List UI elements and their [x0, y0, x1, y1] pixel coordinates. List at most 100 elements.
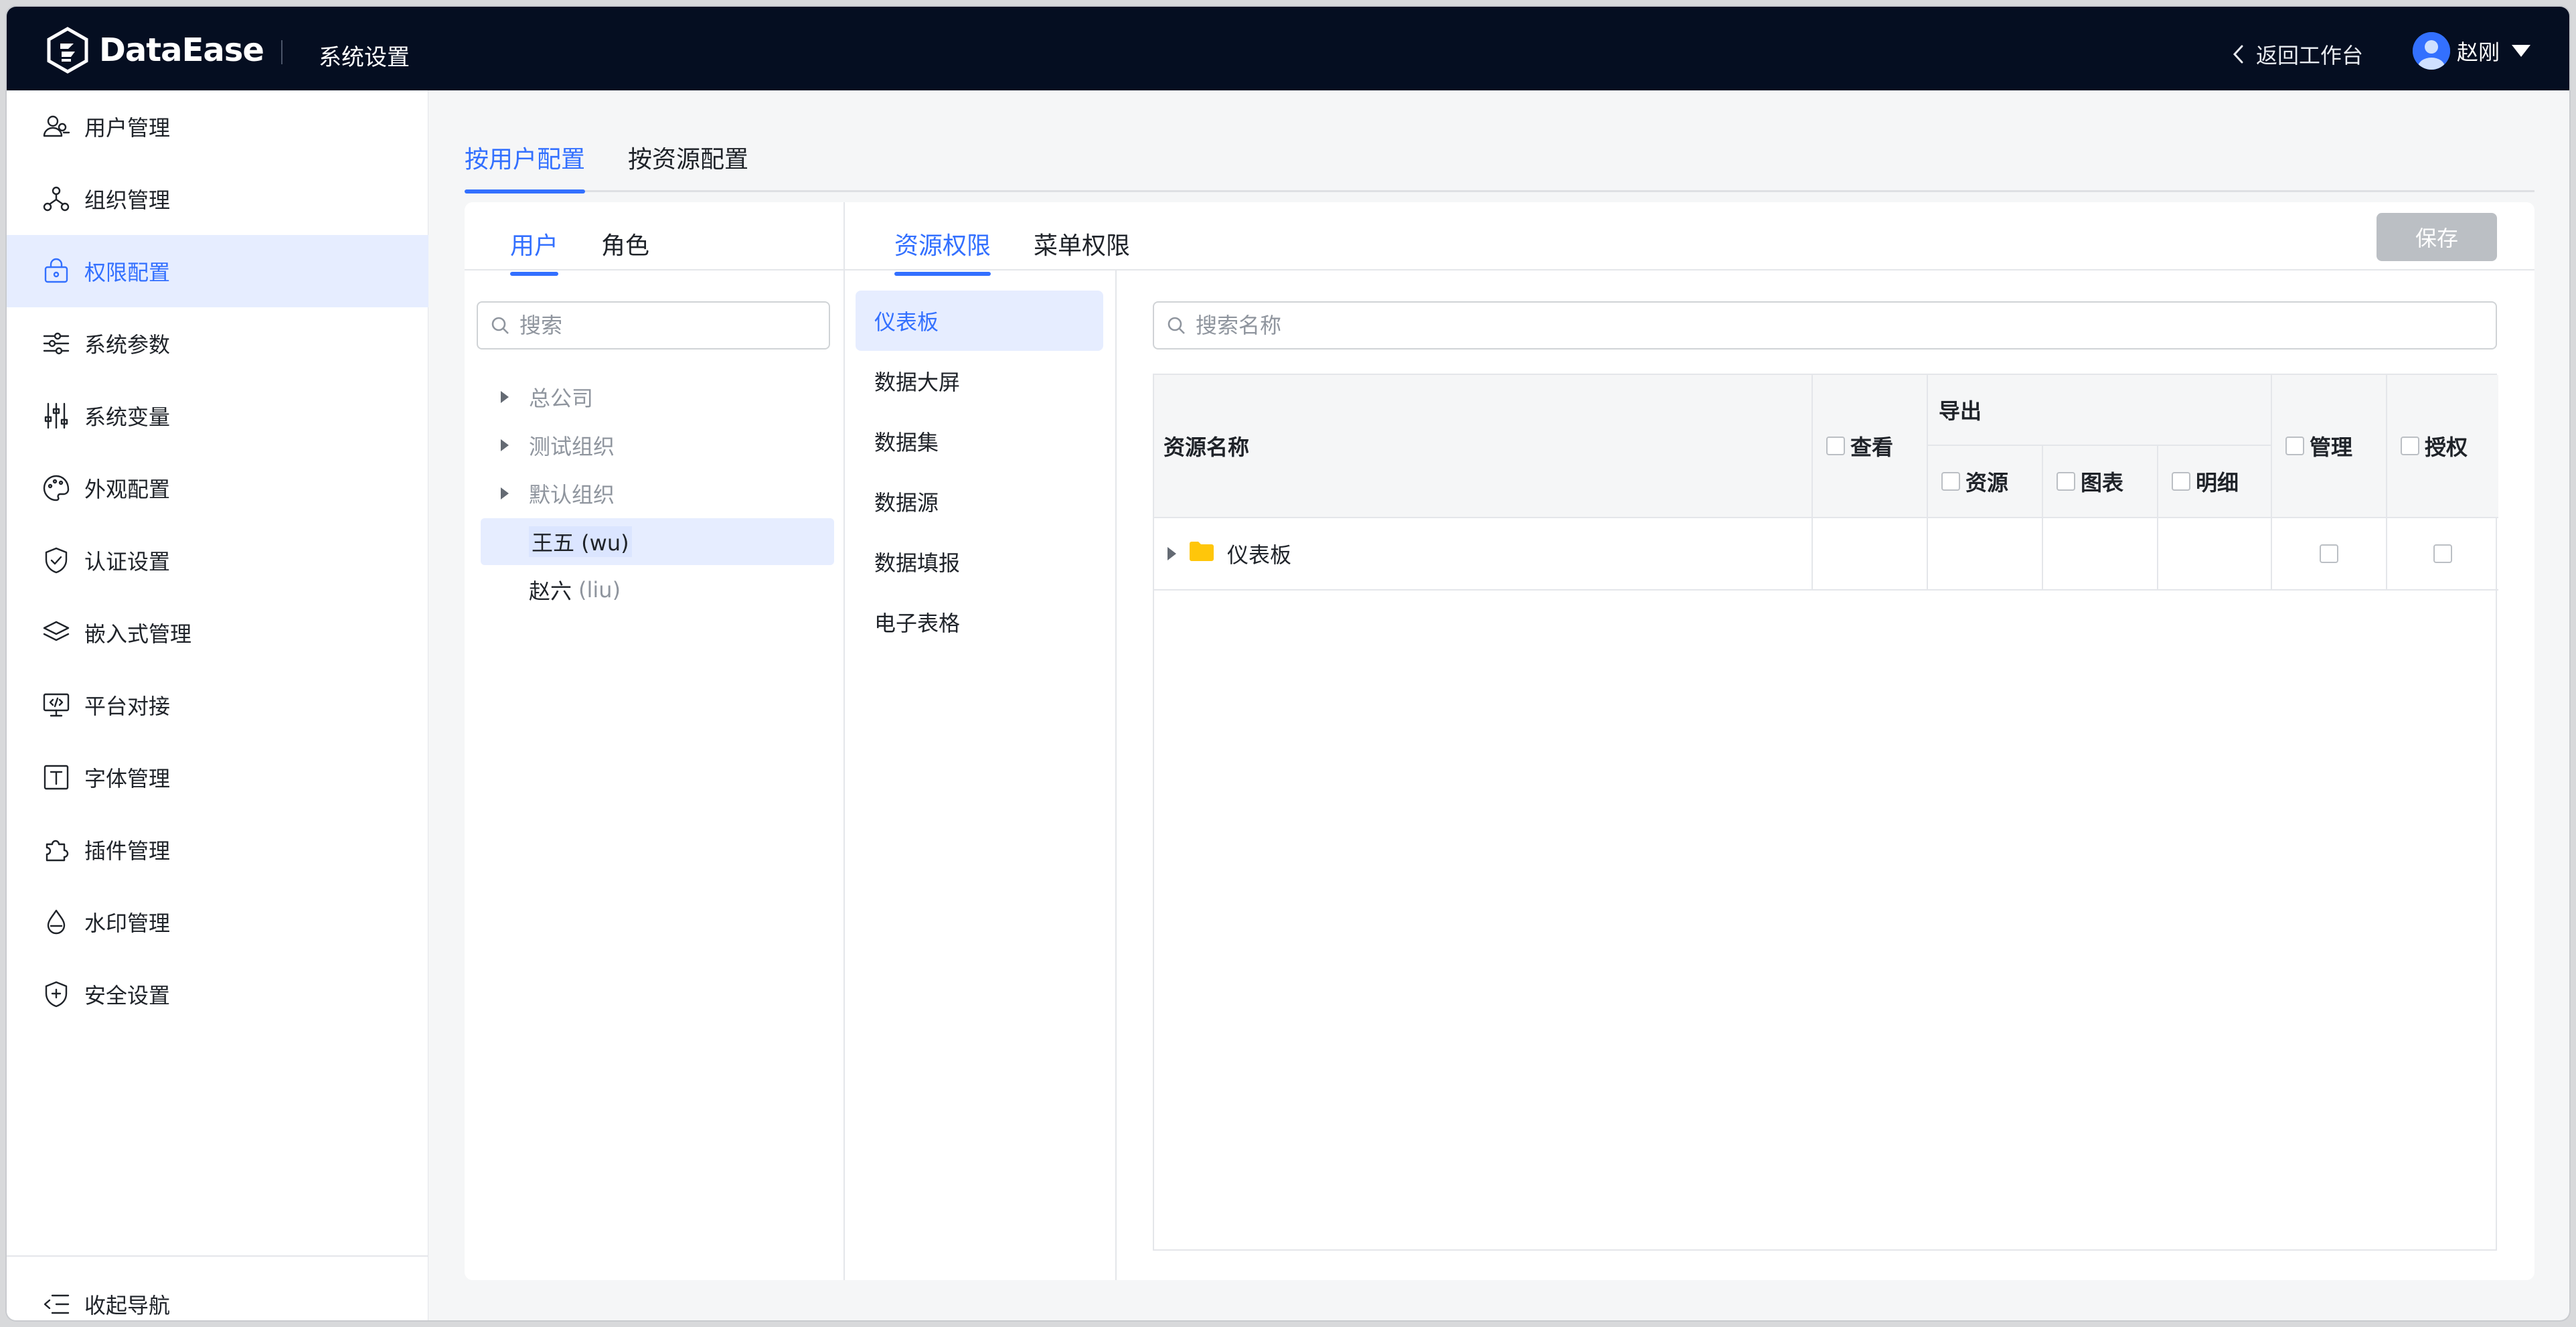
sidebar-item-system-variables[interactable]: 系统变量 [7, 380, 428, 452]
active-tab-indicator [465, 189, 586, 193]
tree-node-user[interactable]: 赵六 (liu) [481, 566, 834, 613]
table-row-name-cell[interactable]: 仪表板 [1154, 518, 1813, 591]
resource-type-spreadsheet[interactable]: 电子表格 [856, 592, 1103, 652]
tree-node-label: 王五 (wu) [529, 526, 632, 557]
sidebar-item-label: 水印管理 [84, 911, 171, 936]
sidebar-item-label: 认证设置 [84, 549, 171, 574]
resource-type-label: 数据填报 [874, 550, 961, 576]
user-search-input[interactable] [477, 301, 830, 349]
sidebar-item-auth[interactable]: 认证设置 [7, 524, 428, 597]
resource-search-input[interactable] [1153, 301, 2497, 349]
tree-node-org[interactable]: 测试组织 [481, 422, 834, 469]
header-divider [465, 269, 2534, 270]
resource-type-label: 仪表板 [874, 309, 939, 335]
col-header-label: 明细 [2196, 470, 2239, 495]
manage-all-checkbox[interactable] [2285, 437, 2304, 455]
export-resource-all-checkbox[interactable] [1941, 472, 1960, 491]
sidebar-item-appearance[interactable]: 外观配置 [7, 452, 428, 524]
user-name: 赵刚 [2457, 40, 2500, 65]
sidebar-item-users[interactable]: 用户管理 [7, 90, 428, 163]
col-header-label: 导出 [1939, 398, 1982, 424]
tab-roles[interactable]: 角色 [601, 226, 649, 261]
manage-checkbox[interactable] [2320, 544, 2338, 563]
tab-label: 按用户配置 [465, 146, 586, 173]
view-all-checkbox[interactable] [1826, 437, 1845, 455]
resource-type-datasource[interactable]: 数据源 [856, 471, 1103, 532]
search-icon [1168, 317, 1185, 334]
sidebar-footer-divider [7, 1255, 428, 1257]
tree-node-org[interactable]: 默认组织 [481, 470, 834, 517]
sidebar-item-security[interactable]: 安全设置 [7, 958, 428, 1030]
sidebar-item-label: 权限配置 [84, 260, 171, 285]
sidebar-item-plugins[interactable]: 插件管理 [7, 813, 428, 886]
active-tab-indicator [894, 272, 991, 276]
logo[interactable]: DataEase [44, 27, 264, 74]
export-detail-all-checkbox[interactable] [2172, 472, 2190, 491]
sidebar-item-permissions[interactable]: 权限配置 [7, 235, 428, 307]
shield-plus-icon [45, 981, 68, 1008]
tab-users[interactable]: 用户 [510, 226, 559, 276]
resource-type-label: 数据源 [874, 490, 939, 516]
tab-menu-permissions[interactable]: 菜单权限 [1034, 226, 1130, 261]
col-header-label: 资源名称 [1163, 435, 1250, 460]
col-header-export: 导出 [1928, 375, 2272, 446]
table-cell-export-resource [1928, 518, 2043, 591]
resource-type-dashboard[interactable]: 仪表板 [856, 291, 1103, 351]
tab-by-user[interactable]: 按用户配置 [465, 140, 586, 193]
sidebar: 用户管理 组织管理 权限配置 系统参数 系统变量 外观配置 认证设置 嵌入式管理… [7, 90, 428, 1320]
user-menu[interactable]: 赵刚 [2413, 32, 2531, 70]
tab-label: 资源权限 [894, 232, 991, 260]
section-title: 系统设置 [319, 44, 410, 71]
table-cell-export-chart [2043, 518, 2158, 591]
folder-icon [1188, 540, 1215, 568]
col-header-view: 查看 [1813, 375, 1928, 518]
user-search-field[interactable] [519, 313, 791, 338]
back-to-workbench-button[interactable]: 返回工作台 [2229, 39, 2363, 70]
caret-right-icon[interactable] [1168, 547, 1176, 560]
tree-node-user-selected[interactable]: 王五 (wu) [481, 518, 834, 565]
drop-icon [47, 909, 66, 935]
resource-search-field[interactable] [1196, 313, 2259, 338]
sidebar-item-watermark[interactable]: 水印管理 [7, 886, 428, 958]
col-header-export-detail: 明细 [2158, 446, 2272, 518]
resource-type-label: 电子表格 [874, 611, 961, 636]
col-header-name: 资源名称 [1154, 375, 1813, 518]
authorize-checkbox[interactable] [2433, 544, 2452, 563]
sidebar-item-label: 平台对接 [84, 694, 171, 719]
save-button[interactable]: 保存 [2377, 213, 2497, 261]
chevron-left-icon [2233, 45, 2243, 64]
header-divider [281, 40, 283, 64]
resource-type-screen[interactable]: 数据大屏 [856, 351, 1103, 411]
back-label: 返回工作台 [2256, 43, 2364, 68]
tree-node-label: 赵六 [529, 578, 572, 604]
sidebar-item-label: 用户管理 [84, 115, 171, 141]
caret-right-icon [501, 391, 509, 403]
sidebar-item-embedded[interactable]: 嵌入式管理 [7, 597, 428, 669]
table-cell-manage [2272, 518, 2387, 591]
tab-label: 菜单权限 [1034, 232, 1131, 260]
sidebar-item-system-params[interactable]: 系统参数 [7, 307, 428, 380]
sidebar-item-platform[interactable]: 平台对接 [7, 669, 428, 741]
tree-node-org[interactable]: 总公司 [481, 374, 834, 420]
resource-name: 仪表板 [1227, 542, 1292, 568]
resource-type-data-filling[interactable]: 数据填报 [856, 532, 1103, 592]
resource-type-label: 数据大屏 [874, 370, 961, 395]
tree-node-label: 总公司 [529, 386, 594, 411]
sidebar-item-label: 组织管理 [84, 187, 171, 213]
tab-by-resource[interactable]: 按资源配置 [628, 140, 748, 175]
export-chart-all-checkbox[interactable] [2057, 472, 2075, 491]
sidebar-item-label: 外观配置 [84, 477, 171, 502]
authorize-all-checkbox[interactable] [2401, 437, 2419, 455]
tab-resource-permissions[interactable]: 资源权限 [894, 226, 991, 276]
collapse-nav-button[interactable]: 收起导航 [7, 1274, 428, 1320]
variables-icon [44, 402, 68, 429]
resource-type-label: 数据集 [874, 430, 939, 455]
resource-type-dataset[interactable]: 数据集 [856, 411, 1103, 471]
permission-table: 资源名称 查看 导出 管理 授权 资源 图表 明细 仪表板 [1153, 374, 2498, 1251]
table-cell-export-detail [2158, 518, 2272, 591]
tab-label: 按资源配置 [628, 146, 749, 173]
sidebar-item-fonts[interactable]: 字体管理 [7, 741, 428, 813]
col-header-label: 图表 [2081, 470, 2124, 495]
sidebar-item-org[interactable]: 组织管理 [7, 163, 428, 235]
puzzle-icon [46, 840, 69, 862]
